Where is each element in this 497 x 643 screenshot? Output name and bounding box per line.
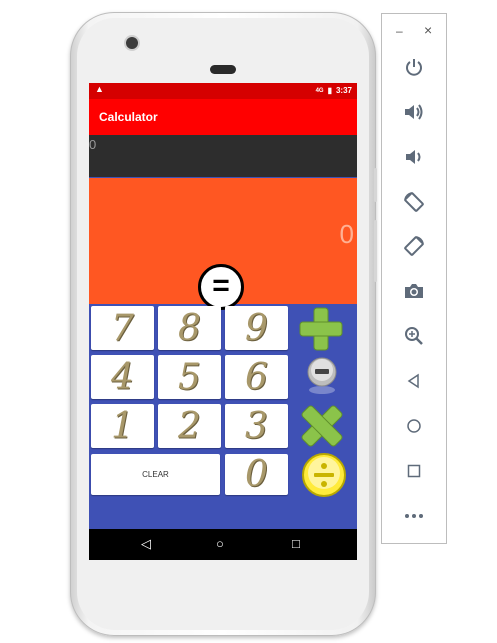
multiply-icon (301, 405, 343, 447)
close-button[interactable]: × (424, 22, 432, 38)
digit-label: 6 (245, 356, 268, 398)
nav-recents-icon[interactable]: □ (292, 537, 300, 550)
equals-button[interactable]: = (198, 264, 244, 310)
minus-icon (307, 357, 337, 394)
digit-6-button[interactable]: 6 (225, 355, 288, 399)
home-icon (407, 419, 421, 433)
overview-icon (407, 464, 421, 478)
earpiece-speaker (210, 65, 236, 74)
plus-button[interactable] (297, 305, 345, 353)
digit-label: 9 (245, 307, 268, 349)
expression-display: 0 (89, 135, 357, 177)
digit-label: 7 (111, 307, 134, 349)
warning-icon: ▲ (95, 84, 104, 94)
digit-1-button[interactable]: 1 (91, 404, 154, 448)
divide-icon (302, 453, 346, 497)
app-bar: Calculator (89, 99, 357, 135)
volume-down-button[interactable] (400, 143, 428, 171)
digit-5-button[interactable]: 5 (158, 355, 221, 399)
digit-2-button[interactable]: 2 (158, 404, 221, 448)
back-icon (407, 373, 419, 389)
digit-4-button[interactable]: 4 (91, 355, 154, 399)
volume-down-icon (406, 150, 421, 164)
back-button[interactable] (400, 367, 428, 395)
rotate-right-icon (404, 236, 424, 256)
emulator-toolbar: – × (381, 13, 447, 544)
digit-label: 8 (178, 307, 201, 349)
zoom-button[interactable] (400, 322, 428, 350)
digit-label: 5 (178, 356, 201, 398)
volume-up-icon (405, 104, 423, 120)
status-bar: ▲ 4G ▮ 3:37 (89, 83, 357, 99)
overview-button[interactable] (400, 457, 428, 485)
volume-up-button[interactable] (400, 98, 428, 126)
digit-label: 0 (245, 454, 268, 495)
digit-label: 1 (111, 405, 134, 447)
digit-label: 3 (245, 405, 268, 447)
divide-button[interactable] (301, 452, 347, 498)
nav-back-icon[interactable]: ◁ (141, 537, 151, 550)
battery-icon: ▮ (327, 86, 332, 95)
digit-0-button[interactable]: 0 (225, 454, 288, 495)
rotate-left-icon (404, 192, 424, 212)
digit-9-button[interactable]: 9 (225, 306, 288, 350)
front-camera (126, 37, 138, 49)
clear-button[interactable]: CLEAR (91, 454, 220, 495)
home-button[interactable] (400, 412, 428, 440)
multiply-button[interactable] (297, 401, 347, 451)
power-button[interactable] (400, 53, 428, 81)
navigation-bar: ◁ ○ □ (89, 529, 357, 560)
zoom-icon (405, 327, 423, 345)
digit-8-button[interactable]: 8 (158, 306, 221, 350)
more-icon (405, 514, 423, 518)
result-text: 0 (339, 219, 354, 249)
app-title: Calculator (99, 110, 158, 124)
screenshot-button[interactable] (400, 277, 428, 305)
rotate-right-button[interactable] (400, 232, 428, 260)
rotate-left-button[interactable] (400, 188, 428, 216)
digit-label: 2 (178, 405, 201, 447)
phone-volume-button (374, 220, 377, 282)
signal-icon: 4G (315, 87, 324, 94)
plus-icon (299, 307, 343, 351)
phone-screen: ▲ 4G ▮ 3:37 Calculator 0 0 = 7 8 9 4 5 6… (89, 83, 357, 560)
power-icon (406, 59, 422, 76)
expression-text: 0 (89, 137, 97, 152)
digit-3-button[interactable]: 3 (225, 404, 288, 448)
camera-icon (405, 284, 423, 298)
phone-power-button (374, 168, 377, 202)
nav-home-icon[interactable]: ○ (216, 537, 224, 550)
status-time: 3:37 (335, 86, 352, 95)
clear-label: CLEAR (142, 470, 169, 479)
digit-7-button[interactable]: 7 (91, 306, 154, 350)
more-button[interactable] (400, 502, 428, 530)
digit-label: 4 (111, 356, 134, 398)
minus-button[interactable] (305, 355, 339, 395)
minimize-button[interactable]: – (396, 24, 403, 38)
equals-label: = (212, 269, 230, 302)
